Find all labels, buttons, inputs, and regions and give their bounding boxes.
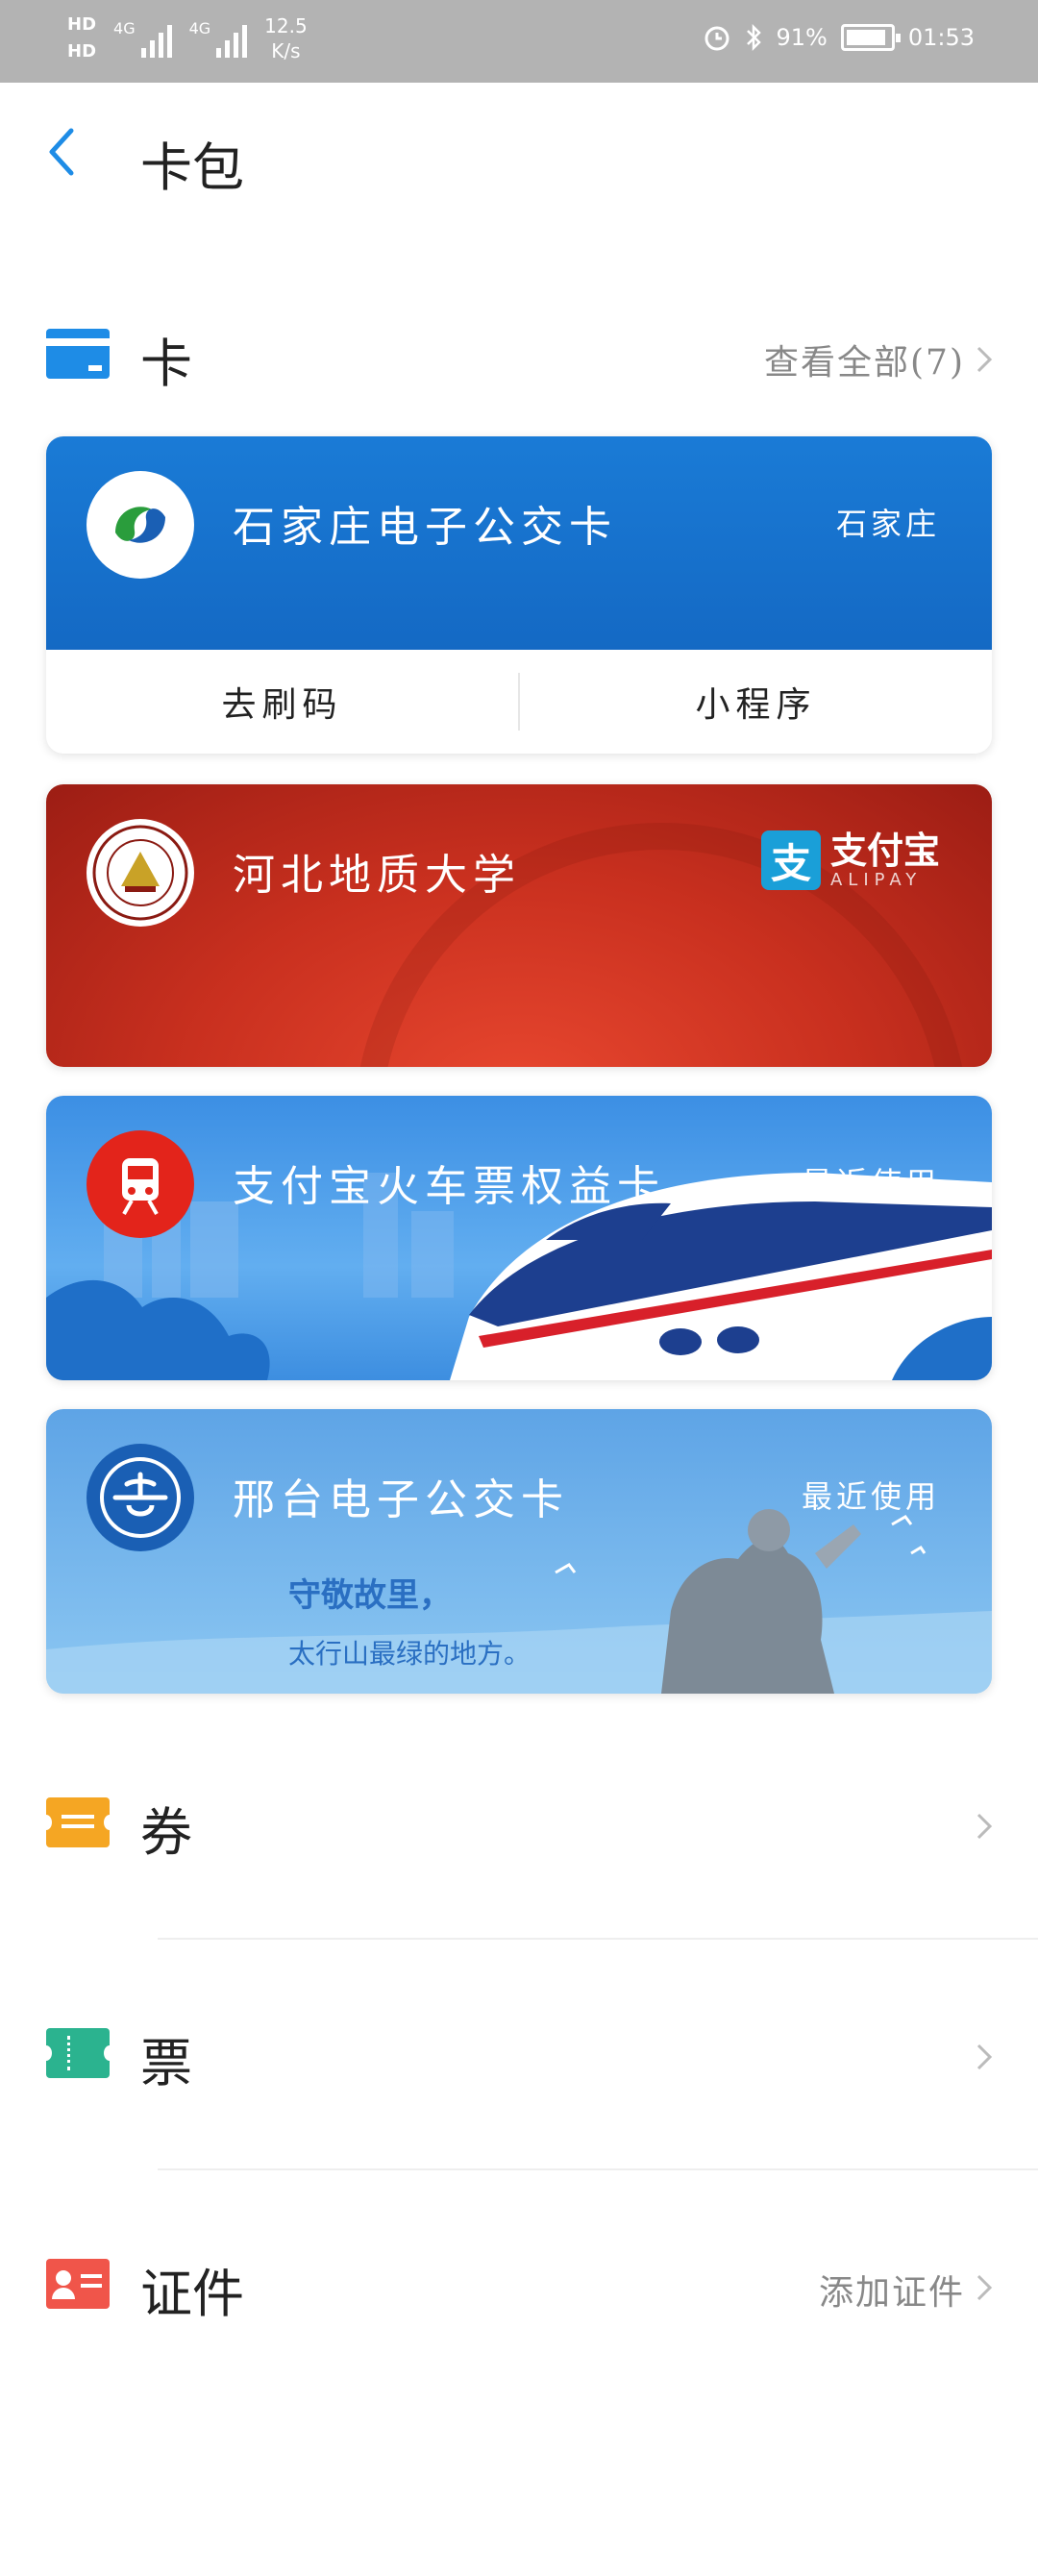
card-name: 石家庄电子公交卡 bbox=[233, 503, 617, 552]
chevron-right-icon bbox=[976, 2274, 993, 2301]
cards-section-header[interactable]: 卡 查看全部(7) bbox=[0, 306, 1038, 402]
university-emblem-icon bbox=[86, 819, 194, 927]
ids-title: 证件 bbox=[140, 2264, 244, 2324]
status-bar: HD HD 4G 4G 12.5 K/s 91% 01:53 bbox=[0, 0, 1038, 83]
battery-icon bbox=[840, 24, 901, 51]
alipay-logo-icon: 支 bbox=[760, 830, 821, 890]
recently-used-tag: 最近使用 bbox=[801, 1478, 940, 1515]
xingtai-bus-card[interactable]: 邢台电子公交卡 最近使用 守敬故里， 太行山最绿的地方。 bbox=[46, 1409, 992, 1694]
scan-code-button[interactable]: 去刷码 bbox=[46, 650, 518, 754]
card-name: 支付宝火车票权益卡 bbox=[233, 1162, 665, 1211]
mini-program-button[interactable]: 小程序 bbox=[520, 650, 992, 754]
hd-indicator: HD HD bbox=[67, 13, 96, 63]
train-illustration bbox=[46, 1153, 992, 1380]
header: 卡包 bbox=[0, 83, 1038, 227]
train-logo-icon bbox=[86, 1130, 194, 1238]
train-ticket-card[interactable]: 支付宝火车票权益卡 最近使用 bbox=[46, 1096, 992, 1380]
clock: 01:53 bbox=[907, 24, 975, 51]
shijiazhuang-bus-card[interactable]: 石家庄电子公交卡 石家庄 去刷码 小程序 bbox=[46, 436, 992, 754]
coupon-icon bbox=[40, 1797, 115, 1847]
tickets-title: 票 bbox=[140, 2033, 192, 2093]
chevron-right-icon bbox=[976, 346, 993, 373]
xingtai-bus-logo-icon bbox=[86, 1444, 194, 1551]
back-button[interactable] bbox=[42, 123, 100, 200]
card-city-tag: 石家庄 bbox=[835, 506, 940, 542]
page-title: 卡包 bbox=[140, 137, 244, 198]
speed-value: 12.5 bbox=[264, 14, 308, 37]
view-all-link[interactable]: 查看全部(7) bbox=[764, 334, 965, 384]
ticket-icon bbox=[40, 2028, 115, 2078]
recently-used-tag: 最近使用 bbox=[801, 1165, 940, 1201]
ids-row[interactable]: 证件 添加证件 bbox=[0, 2236, 1038, 2332]
divider bbox=[158, 2168, 1038, 2170]
hd-label-2: HD bbox=[67, 41, 97, 62]
cards-section-title: 卡 bbox=[140, 334, 192, 394]
hebei-geo-university-card[interactable]: 河北地质大学 支 支付宝 ALIPAY bbox=[46, 784, 992, 1067]
chevron-right-icon bbox=[976, 2043, 993, 2070]
shijiazhuang-bus-logo bbox=[86, 471, 194, 579]
tickets-row[interactable]: 票 bbox=[0, 2005, 1038, 2101]
battery-percent: 91% bbox=[776, 24, 828, 51]
alarm-icon bbox=[704, 26, 729, 51]
alipay-sub: ALIPAY bbox=[829, 869, 923, 890]
card-icon bbox=[46, 329, 110, 379]
add-id-link[interactable]: 添加证件 bbox=[819, 2265, 965, 2315]
coupons-title: 券 bbox=[140, 1802, 192, 1863]
network-speed: 12.5 K/s bbox=[264, 13, 308, 63]
chevron-right-icon bbox=[976, 1813, 993, 1840]
network-type-2: 4G bbox=[188, 19, 211, 37]
coupons-row[interactable]: 券 bbox=[0, 1774, 1038, 1870]
slogan-line-2: 太行山最绿的地方。 bbox=[288, 1638, 531, 1670]
card-name: 河北地质大学 bbox=[233, 851, 521, 900]
id-card-icon bbox=[46, 2259, 110, 2309]
alipay-text: 支付宝 bbox=[829, 829, 940, 872]
hd-label-1: HD bbox=[67, 14, 97, 35]
alipay-badge: 支 支付宝 ALIPAY bbox=[760, 829, 940, 890]
speed-unit: K/s bbox=[271, 39, 301, 62]
slogan-line-1: 守敬故里， bbox=[288, 1576, 452, 1615]
card-name: 邢台电子公交卡 bbox=[233, 1475, 569, 1524]
card-slogan: 守敬故里， 太行山最绿的地方。 bbox=[288, 1569, 531, 1672]
chevron-left-icon bbox=[49, 128, 74, 176]
divider bbox=[158, 1938, 1038, 1940]
signal-icon: 4G bbox=[113, 19, 172, 58]
signal-icon-2: 4G bbox=[189, 19, 248, 58]
bluetooth-icon bbox=[747, 23, 762, 52]
network-type-1: 4G bbox=[113, 19, 136, 37]
